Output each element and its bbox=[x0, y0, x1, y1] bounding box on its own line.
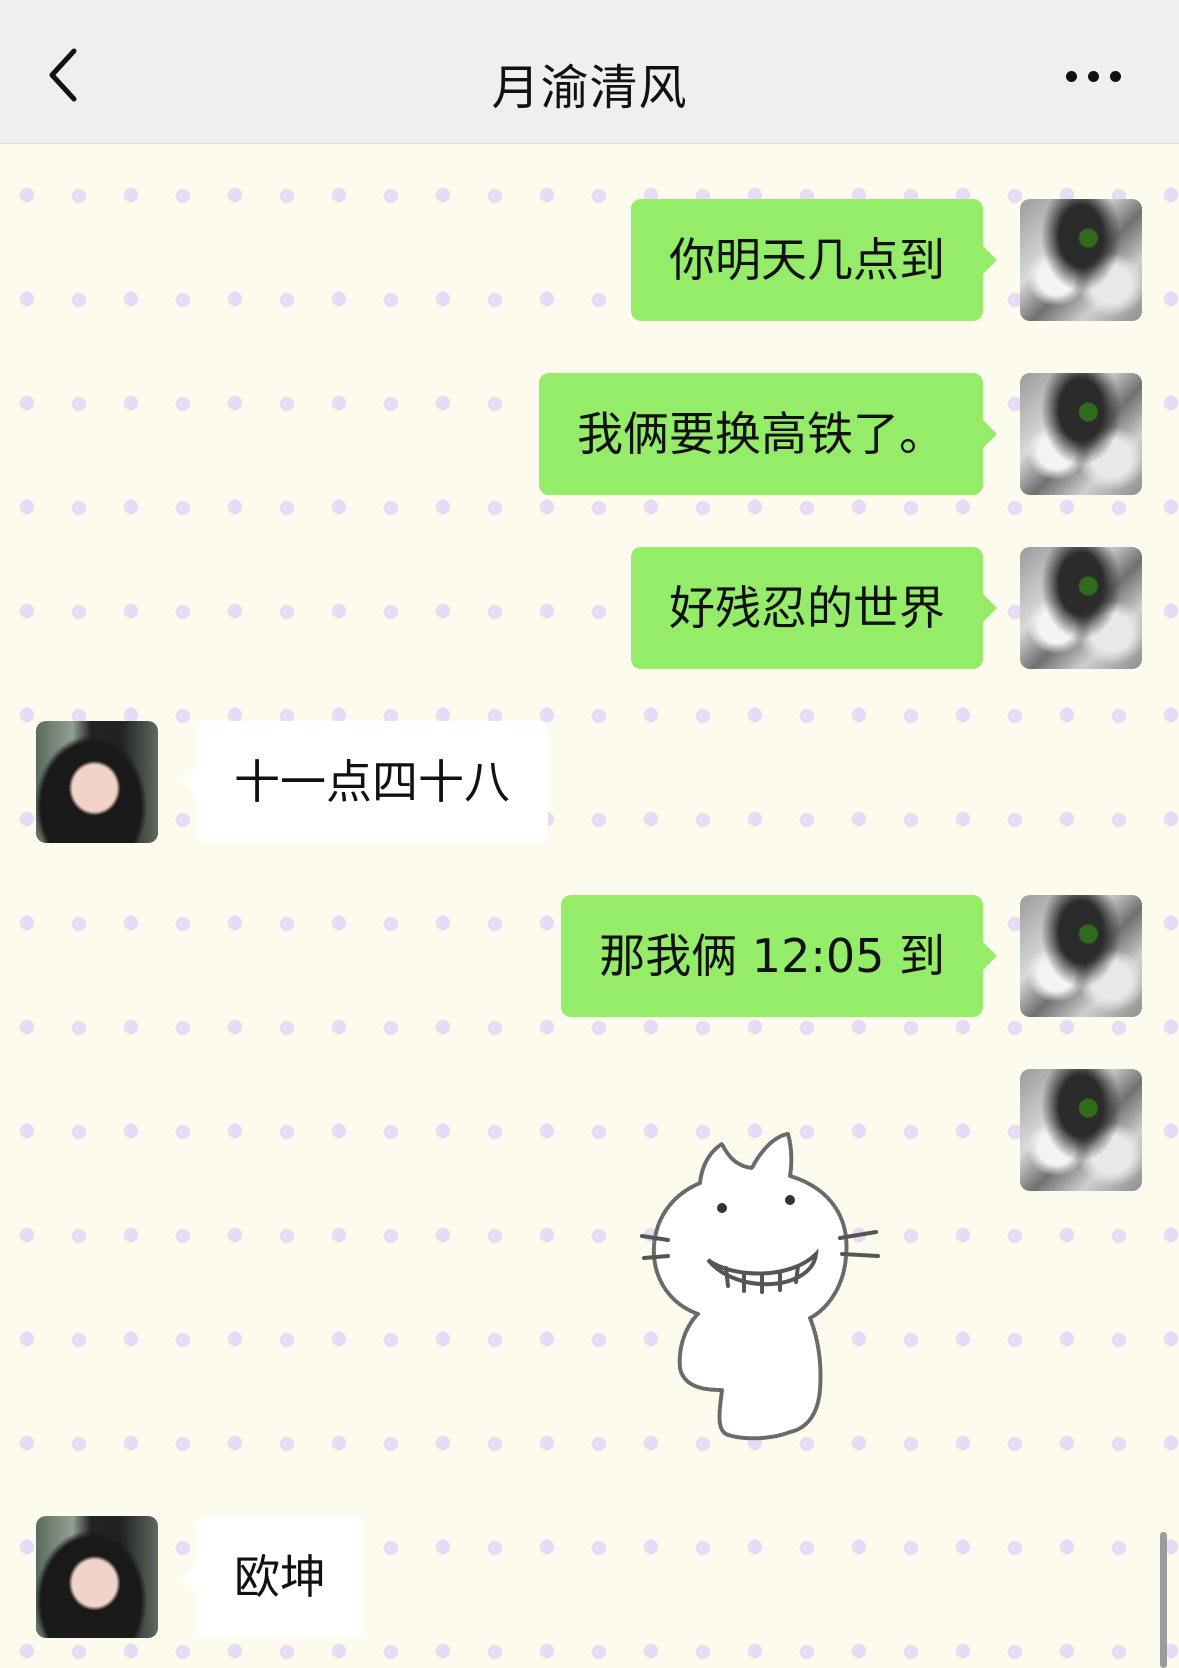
scrollbar[interactable] bbox=[1160, 1532, 1167, 1668]
message-bubble-outgoing[interactable]: 我俩要换高铁了。 bbox=[539, 373, 997, 495]
my-avatar[interactable] bbox=[1020, 373, 1142, 495]
my-avatar[interactable] bbox=[1020, 547, 1142, 669]
more-dots-icon bbox=[1066, 71, 1077, 82]
message-bubble-incoming[interactable]: 欧坤 bbox=[182, 1516, 364, 1638]
message-bubble-outgoing[interactable]: 好残忍的世界 bbox=[631, 547, 997, 669]
message-bubble-outgoing[interactable]: 你明天几点到 bbox=[631, 199, 997, 321]
my-avatar[interactable] bbox=[1020, 1069, 1142, 1191]
more-options-button[interactable] bbox=[1064, 64, 1124, 88]
grinning-cat-sticker[interactable] bbox=[640, 1128, 910, 1458]
message-bubble-outgoing[interactable]: 那我俩 12:05 到 bbox=[561, 895, 997, 1017]
my-avatar[interactable] bbox=[1020, 895, 1142, 1017]
contact-avatar[interactable] bbox=[36, 1516, 158, 1638]
message-bubble-incoming[interactable]: 十一点四十八 bbox=[182, 721, 548, 843]
chat-title: 月渝清风 bbox=[491, 60, 688, 116]
contact-avatar[interactable] bbox=[36, 721, 158, 843]
chat-header: 月渝清风 bbox=[0, 0, 1179, 144]
my-avatar[interactable] bbox=[1020, 199, 1142, 321]
